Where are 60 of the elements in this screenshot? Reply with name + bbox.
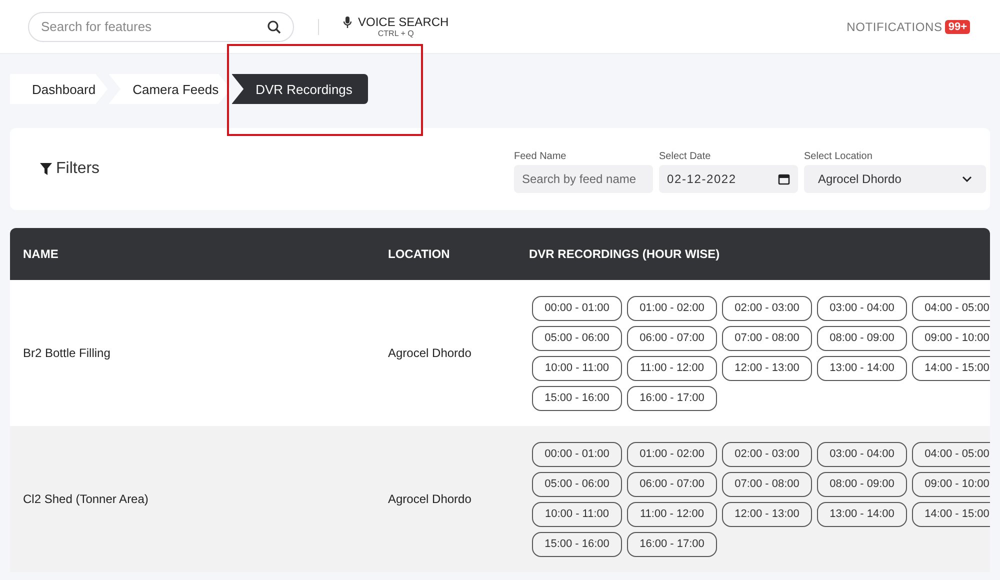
microphone-icon [343, 16, 352, 28]
filters-title: Filters [56, 160, 100, 178]
calendar-icon [778, 173, 790, 185]
hour-recording-button[interactable]: 09:00 - 10:00 [912, 472, 990, 496]
hour-recording-button[interactable]: 00:00 - 01:00 [532, 296, 622, 320]
hour-recording-button[interactable]: 09:00 - 10:00 [912, 326, 990, 350]
column-header: LOCATION [388, 247, 451, 261]
hour-recording-button[interactable]: 16:00 - 17:00 [627, 386, 717, 410]
table-cell-text: Cl2 Shed (Tonner Area) [22, 492, 150, 506]
hour-recording-button[interactable]: 13:00 - 14:00 [817, 502, 907, 526]
hour-recording-button[interactable]: 04:00 - 05:00 [912, 442, 990, 466]
notifications-link[interactable]: NOTIFICATIONS [846, 20, 942, 34]
hour-recording-button[interactable]: 06:00 - 07:00 [627, 472, 717, 496]
hour-recording-button[interactable]: 15:00 - 16:00 [532, 532, 622, 556]
hour-recording-button[interactable]: 11:00 - 12:00 [627, 356, 717, 380]
hour-recording-button[interactable]: 03:00 - 04:00 [817, 442, 907, 466]
hour-recording-button[interactable]: 10:00 - 11:00 [532, 502, 622, 526]
hour-recording-button[interactable]: 01:00 - 02:00 [627, 442, 717, 466]
field-label: Select Location [804, 151, 874, 162]
field-label: Select Date [659, 151, 712, 162]
hour-recording-button[interactable]: 14:00 - 15:00 [912, 356, 990, 380]
breadcrumb-item[interactable]: Camera Feeds [108, 74, 231, 104]
search-field[interactable]: Search for features [28, 12, 294, 42]
column-header: DVR RECORDINGS (HOUR WISE) [529, 247, 721, 261]
location-dropdown[interactable]: Agrocel Dhordo [804, 165, 986, 193]
breadcrumb-item[interactable]: DVR Recordings [232, 74, 368, 104]
breadcrumb-item[interactable]: Dashboard [10, 74, 108, 104]
table-cell-text: Agrocel Dhordo [388, 492, 472, 506]
hour-recording-button[interactable]: 11:00 - 12:00 [627, 502, 717, 526]
hour-recording-button[interactable]: 05:00 - 06:00 [532, 472, 622, 496]
search-icon [267, 20, 281, 34]
table-cell-text: Agrocel Dhordo [388, 346, 472, 360]
hour-recording-button[interactable]: 08:00 - 09:00 [817, 472, 907, 496]
hour-recording-button[interactable]: 00:00 - 01:00 [532, 442, 622, 466]
hour-recording-button[interactable]: 10:00 - 11:00 [532, 356, 622, 380]
hour-recording-button[interactable]: 06:00 - 07:00 [627, 326, 717, 350]
hour-recording-button[interactable]: 02:00 - 03:00 [722, 442, 812, 466]
voice-search-button[interactable]: VOICE SEARCH CTRL + Q [343, 15, 449, 38]
hour-recording-button[interactable]: 02:00 - 03:00 [722, 296, 812, 320]
feed-name-field[interactable]: Search by feed name [514, 165, 653, 193]
hour-recording-button[interactable]: 03:00 - 04:00 [817, 296, 907, 320]
hour-recording-button[interactable]: 16:00 - 17:00 [627, 532, 717, 556]
hour-recording-button[interactable]: 07:00 - 08:00 [722, 472, 812, 496]
hour-recording-button[interactable]: 13:00 - 14:00 [817, 356, 907, 380]
hour-recording-button[interactable]: 08:00 - 09:00 [817, 326, 907, 350]
hour-recording-button[interactable]: 12:00 - 13:00 [722, 356, 812, 380]
table-cell-text: Br2 Bottle Filling [22, 346, 112, 360]
hour-recording-button[interactable]: 04:00 - 05:00 [912, 296, 990, 320]
column-header: NAME [22, 247, 60, 261]
hour-recording-button[interactable]: 07:00 - 08:00 [722, 326, 812, 350]
hour-recording-button[interactable]: 01:00 - 02:00 [627, 296, 717, 320]
date-field[interactable]: 02-12-2022 [659, 165, 798, 193]
field-label: Feed Name [514, 151, 568, 162]
filter-icon [40, 163, 52, 175]
hour-recording-button[interactable]: 05:00 - 06:00 [532, 326, 622, 350]
caret-icon [962, 176, 972, 182]
notification-count-badge: 99+ [945, 20, 970, 34]
hour-recording-button[interactable]: 12:00 - 13:00 [722, 502, 812, 526]
hour-recording-button[interactable]: 14:00 - 15:00 [912, 502, 990, 526]
hour-recording-button[interactable]: 15:00 - 16:00 [532, 386, 622, 410]
